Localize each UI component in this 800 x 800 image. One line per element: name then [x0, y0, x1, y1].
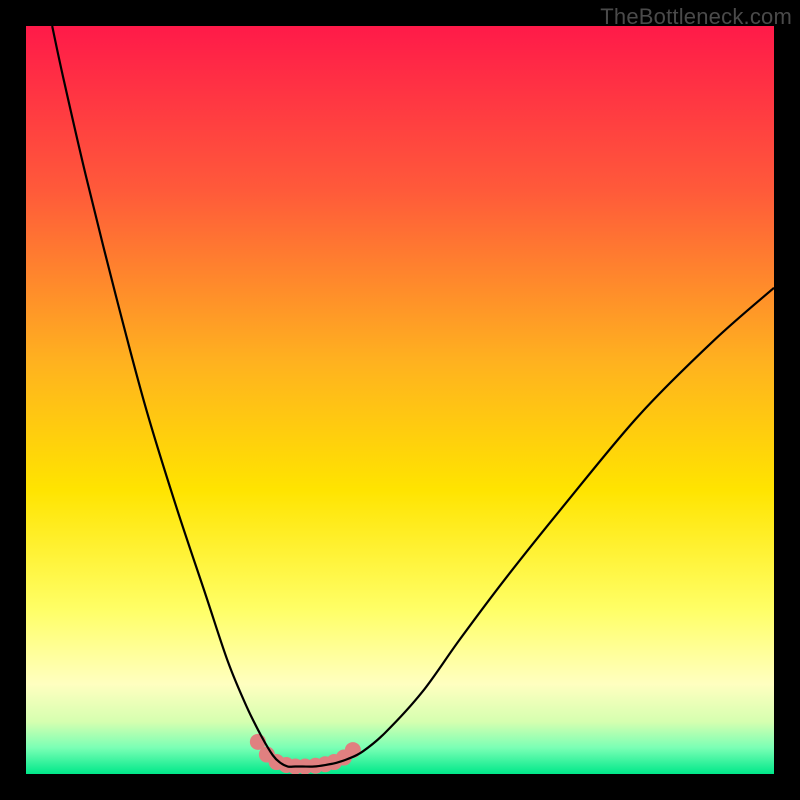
watermark-text: TheBottleneck.com	[600, 4, 792, 30]
highlight-dot	[345, 742, 361, 758]
chart-frame	[26, 26, 774, 774]
gradient-background	[26, 26, 774, 774]
chart-svg	[26, 26, 774, 774]
